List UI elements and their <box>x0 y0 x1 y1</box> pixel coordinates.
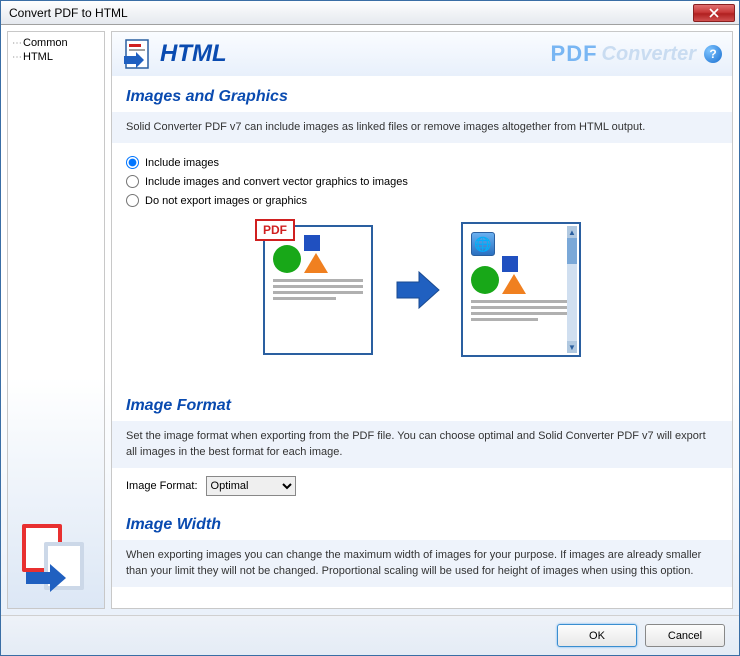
dialog-body: ⋯Common ⋯HTML H <box>1 25 739 615</box>
image-format-select[interactable]: Optimal <box>206 476 296 496</box>
radio-input[interactable] <box>126 194 139 207</box>
pdf-document-icon: PDF <box>263 225 373 355</box>
ok-button[interactable]: OK <box>557 624 637 647</box>
section-title-images: Images and Graphics <box>112 76 732 112</box>
nav-tree: ⋯Common ⋯HTML <box>8 32 104 68</box>
dialog-footer: OK Cancel <box>1 615 739 655</box>
radio-label: Do not export images or graphics <box>145 195 307 207</box>
cancel-button[interactable]: Cancel <box>645 624 725 647</box>
arrow-right-icon <box>393 266 441 314</box>
image-format-row: Image Format: Optimal <box>112 468 732 504</box>
panel-header: HTML PDF Converter ? <box>112 32 732 76</box>
close-button[interactable] <box>693 4 735 22</box>
image-format-label: Image Format: <box>126 480 198 492</box>
brand-converter-text: Converter <box>602 43 696 66</box>
help-button[interactable]: ? <box>704 45 722 63</box>
radio-label: Include images and convert vector graphi… <box>145 176 408 188</box>
sidebar: ⋯Common ⋯HTML <box>7 31 105 609</box>
section-title-width: Image Width <box>112 504 732 540</box>
radio-no-export[interactable]: Do not export images or graphics <box>126 191 718 210</box>
pdf-badge: PDF <box>255 219 295 241</box>
section-title-format: Image Format <box>112 385 732 421</box>
radio-include-images[interactable]: Include images <box>126 153 718 172</box>
window-title: Convert PDF to HTML <box>5 6 693 20</box>
tree-connector-icon: ⋯ <box>12 52 21 63</box>
panel-title: HTML <box>160 40 227 68</box>
html-document-icon <box>122 38 154 70</box>
brand: PDF Converter ? <box>551 41 722 67</box>
tree-item-common[interactable]: ⋯Common <box>10 36 102 50</box>
images-options: Include images Include images and conver… <box>112 143 732 385</box>
tree-connector-icon: ⋯ <box>12 38 21 49</box>
tree-item-html[interactable]: ⋯HTML <box>10 50 102 64</box>
html-document-icon: 🌐 ▲▼ <box>461 222 581 357</box>
section-desc-images: Solid Converter PDF v7 can include image… <box>112 112 732 143</box>
brand-pdf-text: PDF <box>551 41 598 67</box>
tree-item-label: HTML <box>23 51 53 63</box>
conversion-illustration: PDF 🌐 ▲▼ <box>126 210 718 375</box>
section-desc-format: Set the image format when exporting from… <box>112 421 732 468</box>
titlebar: Convert PDF to HTML <box>1 1 739 25</box>
radio-label: Include images <box>145 157 219 169</box>
convert-icon <box>16 520 96 600</box>
globe-icon: 🌐 <box>471 232 495 256</box>
close-icon <box>709 8 719 18</box>
dialog-window: Convert PDF to HTML ⋯Common ⋯HTML <box>0 0 740 656</box>
main-panel: HTML PDF Converter ? Images and Graphics… <box>111 31 733 609</box>
tree-item-label: Common <box>23 37 68 49</box>
scroll-content[interactable]: Images and Graphics Solid Converter PDF … <box>112 76 732 608</box>
section-desc-width: When exporting images you can change the… <box>112 540 732 587</box>
radio-include-convert-vector[interactable]: Include images and convert vector graphi… <box>126 172 718 191</box>
radio-input[interactable] <box>126 175 139 188</box>
radio-input[interactable] <box>126 156 139 169</box>
